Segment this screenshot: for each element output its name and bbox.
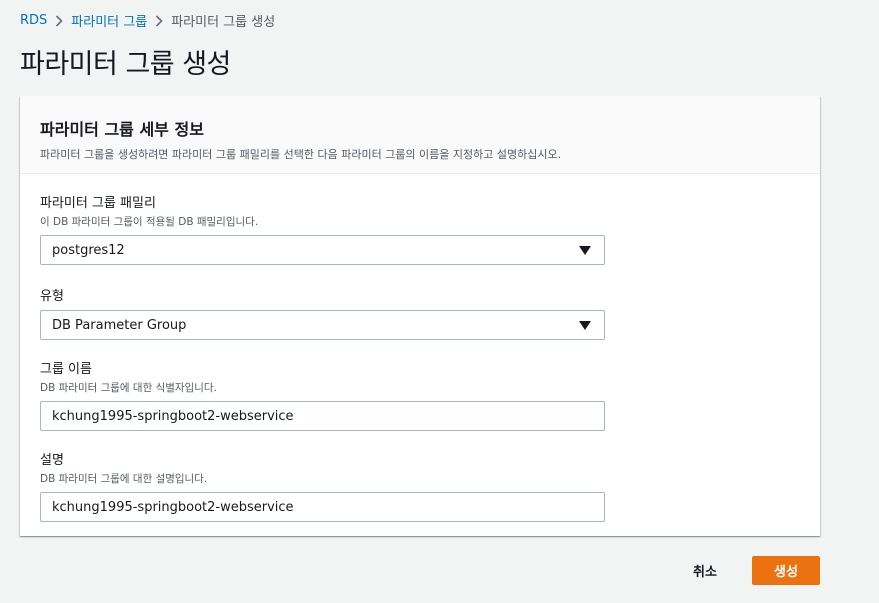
type-label: 유형 <box>40 289 64 304</box>
panel-description: 파라미터 그룹을 생성하려면 파라미터 그룹 패밀리를 선택한 다음 파라미터 … <box>40 148 562 161</box>
description-field: 설명 DB 파라미터 그룹에 대한 설명입니다. kchung1995-spri… <box>40 449 605 522</box>
breadcrumb: RDS 파라미터 그룹 파라미터 그룹 생성 <box>20 11 275 30</box>
group-name-label: 그룹 이름 <box>40 362 92 377</box>
breadcrumb-current: 파라미터 그룹 생성 <box>171 15 276 30</box>
cancel-button[interactable]: 취소 <box>680 556 730 584</box>
family-description: 이 DB 파라미터 그룹이 적용될 DB 패밀리입니다. <box>40 216 259 228</box>
panel-header: 파라미터 그룹 세부 정보 파라미터 그룹을 생성하려면 파라미터 그룹 패밀리… <box>20 96 820 174</box>
group-name-input-value: kchung1995-springboot2-webservice <box>52 408 294 424</box>
group-name-input[interactable]: kchung1995-springboot2-webservice <box>40 401 605 431</box>
family-select[interactable]: postgres12 <box>40 235 605 265</box>
breadcrumb-rds-link[interactable]: RDS <box>20 13 47 28</box>
description-input[interactable]: kchung1995-springboot2-webservice <box>40 492 605 522</box>
group-name-field: 그룹 이름 DB 파라미터 그룹에 대한 식별자입니다. kchung1995-… <box>40 358 605 431</box>
caret-down-icon <box>579 320 591 330</box>
family-select-value: postgres12 <box>52 242 125 258</box>
create-button[interactable]: 생성 <box>752 556 820 585</box>
caret-down-icon <box>579 245 591 255</box>
description-hint: DB 파라미터 그룹에 대한 설명입니다. <box>40 473 208 485</box>
description-label: 설명 <box>40 453 64 468</box>
type-select-value: DB Parameter Group <box>52 317 187 333</box>
family-field: 파라미터 그룹 패밀리 이 DB 파라미터 그룹이 적용될 DB 패밀리입니다.… <box>40 192 605 265</box>
chevron-right-icon <box>147 13 171 28</box>
type-field: 유형 DB Parameter Group <box>40 285 605 340</box>
breadcrumb-parameter-groups-link[interactable]: 파라미터 그룹 <box>71 11 147 30</box>
type-select[interactable]: DB Parameter Group <box>40 310 605 340</box>
page-title: 파라미터 그룹 생성 <box>20 49 231 80</box>
group-name-description: DB 파라미터 그룹에 대한 식별자입니다. <box>40 382 217 394</box>
family-label: 파라미터 그룹 패밀리 <box>40 196 156 211</box>
chevron-right-icon <box>47 13 71 28</box>
description-input-value: kchung1995-springboot2-webservice <box>52 499 294 515</box>
parameter-group-details-panel: 파라미터 그룹 세부 정보 파라미터 그룹을 생성하려면 파라미터 그룹 패밀리… <box>20 96 820 536</box>
panel-title: 파라미터 그룹 세부 정보 <box>40 120 204 139</box>
